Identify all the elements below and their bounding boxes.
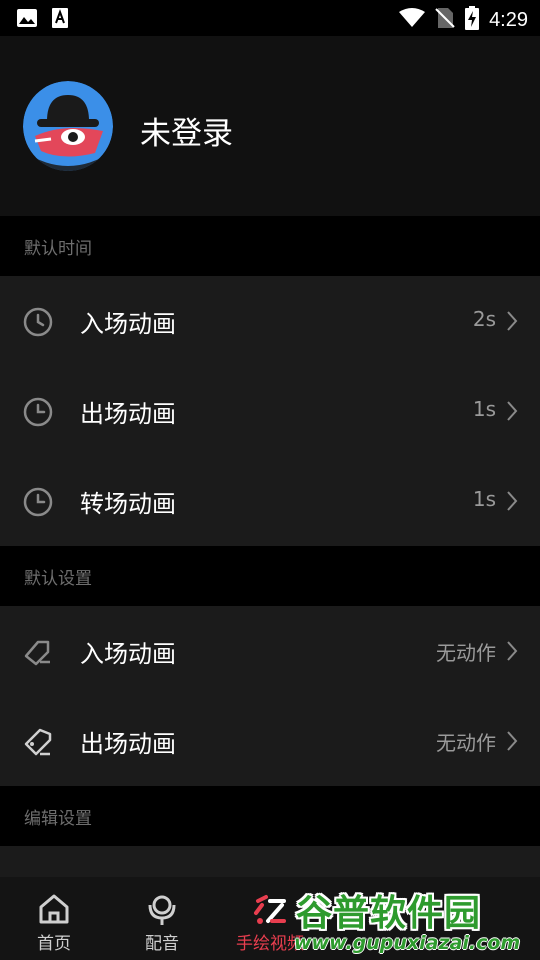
nav-item-4[interactable] xyxy=(324,877,432,960)
section-header-edit-settings: 编辑设置 xyxy=(0,786,540,846)
setting-row-transition-time[interactable]: 转场动画 1s xyxy=(0,456,540,546)
battery-charging-icon xyxy=(465,6,480,34)
row-value: 1s xyxy=(472,487,496,511)
nav-item-5[interactable] xyxy=(432,877,540,960)
row-label: 转场动画 xyxy=(80,490,176,518)
nav-item-hand-drawn-video[interactable]: 手绘视频 xyxy=(216,877,324,960)
row-value: 无动作 xyxy=(436,731,496,755)
default-settings-group: 入场动画 无动作 出场动画 无动作 xyxy=(0,606,540,786)
section-header-default-time: 默认时间 xyxy=(0,216,540,276)
setting-row-exit-animation[interactable]: 出场动画 无动作 xyxy=(0,696,540,786)
default-time-group: 入场动画 2s 出场动画 1s 转场动画 1s xyxy=(0,276,540,546)
font-icon xyxy=(52,8,68,32)
login-status[interactable]: 未登录 xyxy=(140,108,233,153)
edit-settings-group xyxy=(0,846,540,877)
section-title: 编辑设置 xyxy=(24,809,92,829)
row-label: 入场动画 xyxy=(80,640,176,668)
nav-item-home[interactable]: 首页 xyxy=(0,877,108,960)
status-time: 4:29 xyxy=(489,8,528,31)
chevron-right-icon xyxy=(507,401,518,421)
spy-avatar-icon xyxy=(23,81,113,171)
section-title: 默认设置 xyxy=(24,569,92,589)
row-value: 1s xyxy=(472,397,496,421)
status-bar: 4:29 xyxy=(0,0,540,36)
setting-row-entry-animation[interactable]: 入场动画 无动作 xyxy=(0,606,540,696)
chevron-right-icon xyxy=(507,491,518,511)
setting-row-exit-time[interactable]: 出场动画 1s xyxy=(0,366,540,456)
home-icon xyxy=(39,894,69,924)
row-label: 入场动画 xyxy=(80,310,176,338)
nav-item-dubbing[interactable]: 配音 xyxy=(108,877,216,960)
chevron-right-icon xyxy=(507,731,518,751)
tag-icon xyxy=(24,640,50,666)
row-label: 出场动画 xyxy=(80,400,176,428)
clock-icon xyxy=(23,307,53,337)
setting-row-entry-time[interactable]: 入场动画 2s xyxy=(0,276,540,366)
nav-label: 首页 xyxy=(37,934,71,954)
nav-label: 配音 xyxy=(145,934,179,954)
bottom-nav: 首页 配音 手绘视频 xyxy=(0,877,540,960)
profile-header[interactable]: 未登录 xyxy=(0,36,540,216)
clock-icon xyxy=(23,487,53,517)
chevron-right-icon xyxy=(507,641,518,661)
nav-label: 手绘视频 xyxy=(236,934,304,954)
tag-icon xyxy=(24,728,52,756)
clock-icon xyxy=(23,397,53,427)
section-header-default-settings: 默认设置 xyxy=(0,546,540,606)
chevron-right-icon xyxy=(507,311,518,331)
section-title: 默认时间 xyxy=(24,239,92,259)
image-icon xyxy=(16,8,38,32)
microphone-icon xyxy=(148,895,176,925)
row-value: 无动作 xyxy=(436,641,496,665)
row-value: 2s xyxy=(472,307,496,331)
wifi-icon xyxy=(399,8,426,32)
row-label: 出场动画 xyxy=(80,730,176,758)
avatar[interactable] xyxy=(23,81,113,171)
no-sim-icon xyxy=(435,7,455,33)
hand-drawn-icon xyxy=(254,895,286,924)
